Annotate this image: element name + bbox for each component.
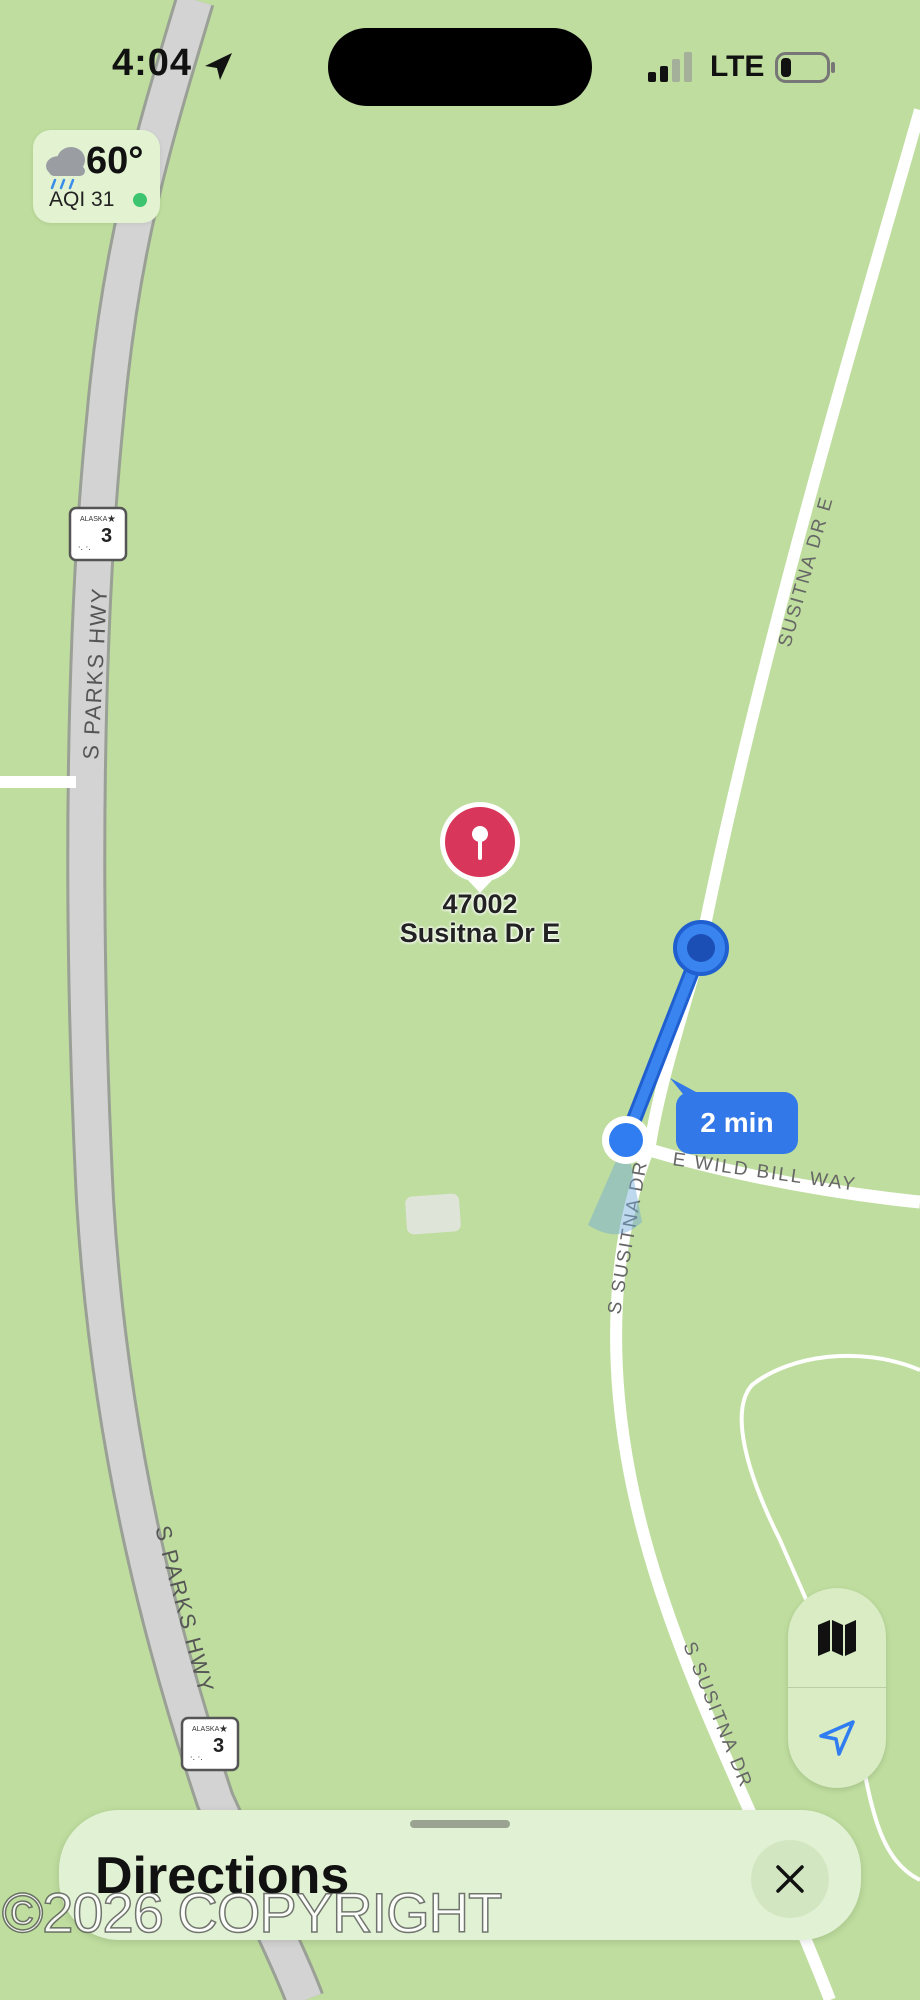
status-time: 4:04 (112, 42, 193, 84)
svg-text:★: ★ (107, 514, 116, 525)
close-icon (776, 1865, 804, 1893)
road-label-s-susitna-dr-bottom: S SUSITNA DR (678, 1639, 756, 1791)
pin-address-label[interactable]: 47002 Susitna Dr E (380, 890, 580, 948)
map-controls (788, 1588, 886, 1788)
svg-text:·. ·.: ·. ·. (190, 1753, 203, 1762)
map-icon (818, 1619, 856, 1656)
location-arrow-icon (205, 53, 232, 80)
route-duration-badge[interactable]: 2 min (676, 1092, 798, 1154)
svg-text:ALASKA: ALASKA (80, 516, 108, 523)
svg-text:ALASKA: ALASKA (192, 1726, 220, 1733)
rain-cloud-icon (46, 147, 85, 190)
air-quality-index: AQI 31 (49, 188, 115, 211)
weather-temperature: 60° (86, 140, 144, 182)
pin-address-street: Susitna Dr E (399, 918, 561, 948)
road-label-e-wild-bill-way: E WILD BILL WAY (671, 1149, 858, 1196)
highway-shield-top: ALASKA ★ 3 ·. ·. (68, 506, 128, 562)
sheet-grabber[interactable] (410, 1820, 510, 1828)
battery-low-icon (775, 52, 835, 83)
map-pin-icon[interactable] (440, 802, 520, 893)
building (405, 1193, 461, 1235)
map-mode-button[interactable] (788, 1588, 886, 1687)
route-destination-marker[interactable] (673, 920, 729, 976)
svg-text:★: ★ (219, 1724, 228, 1735)
location-arrow-icon (819, 1719, 855, 1756)
map-canvas[interactable]: S PARKS HWY S PARKS HWY SUSITNA DR E E W… (0, 0, 920, 2000)
svg-text:·. ·.: ·. ·. (78, 543, 91, 552)
svg-text:3: 3 (213, 1735, 224, 1757)
copyright-watermark: ©2026 COPYRIGHT (1, 1880, 503, 1945)
locate-me-button[interactable] (788, 1688, 886, 1787)
dynamic-island (328, 28, 592, 106)
weather-widget[interactable]: 60° AQI 31 (33, 130, 160, 223)
svg-text:3: 3 (101, 525, 112, 547)
network-type: LTE (710, 50, 765, 83)
cellular-signal-icon (648, 52, 692, 82)
aqi-status-dot (133, 193, 147, 207)
close-button[interactable] (751, 1840, 829, 1918)
current-location-dot[interactable] (602, 1116, 650, 1164)
pin-address-number: 47002 (442, 889, 518, 919)
highway-shield-bottom: ALASKA ★ 3 ·. ·. (180, 1716, 240, 1772)
